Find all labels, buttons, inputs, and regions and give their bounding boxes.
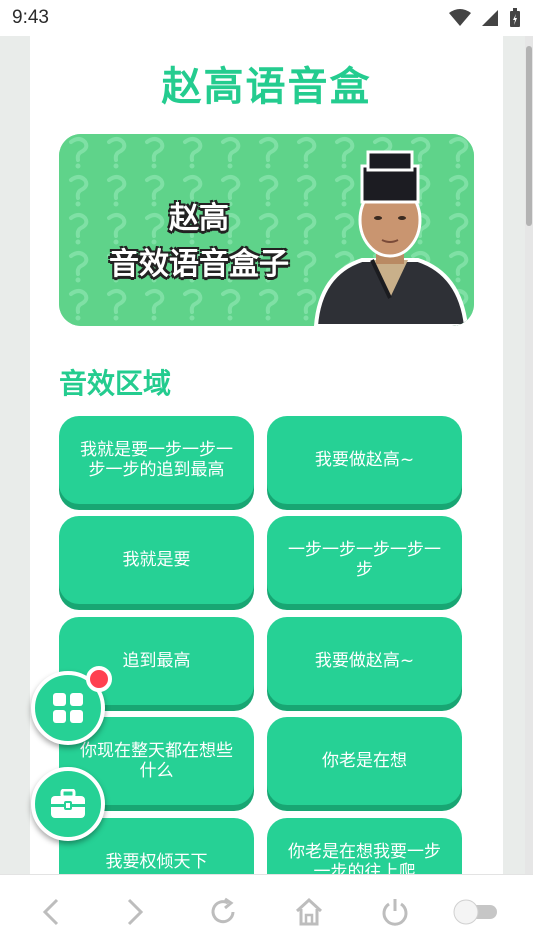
grid-icon (53, 693, 83, 723)
banner-text: 赵高 音效语音盒子 (79, 196, 319, 288)
banner-line-1: 赵高 (169, 201, 229, 236)
chevron-left-icon (42, 898, 59, 926)
home-button[interactable] (292, 895, 326, 929)
bottom-nav-bar (0, 874, 533, 948)
sound-button[interactable]: 你老是在想 (267, 717, 462, 805)
sound-button[interactable]: 我要做赵高~ (267, 416, 462, 504)
forward-button[interactable] (118, 895, 152, 929)
banner-line-2: 音效语音盒子 (109, 247, 289, 282)
sound-button[interactable]: 我就是要一步一步一步一步的追到最高 (59, 416, 254, 504)
back-button[interactable] (34, 895, 68, 929)
sound-button[interactable]: 我就是要 (59, 516, 254, 604)
status-icons (449, 8, 521, 28)
tools-fab-button[interactable] (31, 767, 105, 841)
wifi-icon (449, 9, 471, 26)
sound-button[interactable]: 我要做赵高~ (267, 617, 462, 705)
sound-button[interactable]: 你老是在想我要一步一步的往上爬 (267, 818, 462, 874)
notification-badge (86, 666, 112, 692)
toolbox-icon (51, 789, 85, 818)
main-page: 赵高语音盒 赵高 音效语音盒子 音效区域 我就是要一步一步一步一步的追到最高 我… (30, 36, 503, 874)
app-title: 赵高语音盒 (161, 64, 372, 110)
power-button[interactable] (378, 895, 412, 929)
home-icon (295, 897, 323, 926)
power-icon (382, 899, 408, 926)
sound-button[interactable]: 一步一步一步一步一步 (267, 516, 462, 604)
status-time: 9:43 (12, 7, 49, 28)
refresh-button[interactable] (206, 895, 240, 929)
signal-icon (482, 10, 498, 26)
section-title: 音效区域 (59, 367, 172, 400)
banner-person-image (313, 150, 469, 326)
refresh-icon (211, 897, 235, 924)
battery-icon (510, 8, 520, 27)
status-bar: 9:43 (0, 0, 533, 36)
scrollbar-thumb[interactable] (526, 46, 532, 226)
chevron-right-icon (127, 898, 144, 926)
banner: 赵高 音效语音盒子 (59, 134, 474, 326)
toggle-icon (453, 899, 497, 925)
toggle-switch[interactable] (452, 895, 500, 929)
